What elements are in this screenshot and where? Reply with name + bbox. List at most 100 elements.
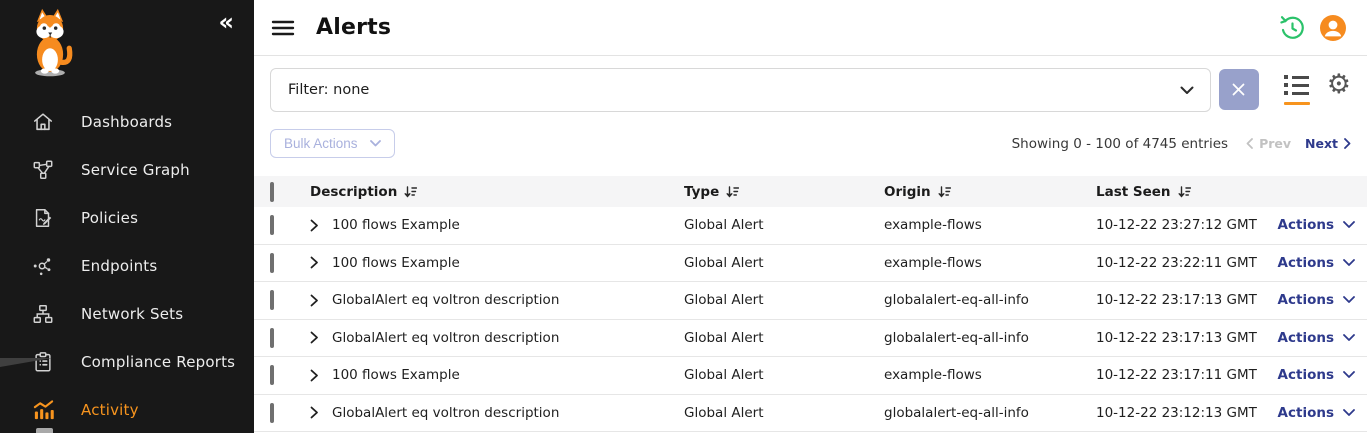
gear-icon[interactable]: ⚙ bbox=[1327, 71, 1351, 98]
alert-description: 100 flows Example bbox=[332, 217, 460, 233]
chevron-right-icon bbox=[1344, 138, 1351, 149]
column-header-last-seen[interactable]: Last Seen bbox=[1096, 184, 1171, 200]
alert-type: Global Alert bbox=[684, 255, 884, 271]
prev-page-button[interactable]: Prev bbox=[1246, 136, 1291, 151]
alerts-table: Description Type Origin Last Seen 100 fl… bbox=[254, 176, 1367, 432]
filter-dropdown[interactable]: Filter: none bbox=[270, 68, 1211, 112]
alert-origin: example-flows bbox=[884, 255, 1096, 271]
chevron-down-icon bbox=[1343, 371, 1355, 379]
next-page-button[interactable]: Next bbox=[1305, 136, 1351, 151]
select-all-checkbox[interactable] bbox=[270, 182, 274, 202]
chevron-down-icon bbox=[1343, 409, 1355, 417]
alert-type: Global Alert bbox=[684, 330, 884, 346]
alert-last-seen: 10-12-22 23:17:13 GMT bbox=[1096, 292, 1274, 308]
sidebar-collapse-icon[interactable]: « bbox=[218, 10, 234, 34]
sidebar-item-partial bbox=[36, 428, 53, 433]
sidebar-item-dashboards[interactable]: Dashboards bbox=[0, 98, 254, 146]
chevron-down-icon bbox=[370, 140, 381, 147]
sort-icon[interactable] bbox=[938, 186, 951, 198]
history-icon[interactable] bbox=[1278, 14, 1306, 42]
chevron-left-icon bbox=[1246, 138, 1253, 149]
user-avatar-icon[interactable] bbox=[1319, 14, 1347, 42]
hamburger-menu-icon[interactable] bbox=[270, 18, 296, 38]
alert-description: GlobalAlert eq voltron description bbox=[332, 405, 559, 421]
actions-label: Actions bbox=[1278, 330, 1334, 346]
alert-description: 100 flows Example bbox=[332, 367, 460, 383]
main-content: Alerts Filter: none bbox=[254, 0, 1367, 433]
alert-last-seen: 10-12-22 23:17:13 GMT bbox=[1096, 330, 1274, 346]
actions-label: Actions bbox=[1278, 292, 1334, 308]
sort-icon[interactable] bbox=[726, 186, 739, 198]
expand-row-icon[interactable] bbox=[310, 331, 319, 344]
page-header: Alerts bbox=[254, 0, 1367, 56]
alert-last-seen: 10-12-22 23:12:13 GMT bbox=[1096, 405, 1274, 421]
active-view-underline bbox=[1284, 102, 1310, 105]
table-row: GlobalAlert eq voltron description Globa… bbox=[254, 320, 1367, 358]
sidebar-item-label: Activity bbox=[81, 401, 139, 419]
row-actions-button[interactable]: Actions bbox=[1274, 330, 1359, 346]
alert-type: Global Alert bbox=[684, 292, 884, 308]
alert-type: Global Alert bbox=[684, 367, 884, 383]
sidebar-item-label: Policies bbox=[81, 209, 138, 227]
filter-dropdown-value: Filter: none bbox=[288, 82, 369, 98]
list-view-toggle[interactable] bbox=[1284, 75, 1310, 105]
sort-icon[interactable] bbox=[404, 186, 417, 198]
alert-last-seen: 10-12-22 23:27:12 GMT bbox=[1096, 217, 1274, 233]
actions-label: Actions bbox=[1278, 367, 1334, 383]
expand-row-icon[interactable] bbox=[310, 219, 319, 232]
network-sets-icon bbox=[31, 302, 55, 326]
bulk-actions-button[interactable]: Bulk Actions bbox=[270, 129, 395, 158]
cat-mascot-icon bbox=[22, 8, 78, 78]
clear-filter-button[interactable] bbox=[1219, 69, 1259, 110]
sidebar-item-activity[interactable]: Activity bbox=[0, 386, 254, 433]
table-header-row: Description Type Origin Last Seen bbox=[254, 176, 1367, 207]
alert-description: 100 flows Example bbox=[332, 255, 460, 271]
alert-origin: example-flows bbox=[884, 217, 1096, 233]
expand-row-icon[interactable] bbox=[310, 369, 319, 382]
row-checkbox[interactable] bbox=[270, 253, 274, 273]
sidebar-item-network-sets[interactable]: Network Sets bbox=[0, 290, 254, 338]
sidebar: « bbox=[0, 0, 254, 433]
expand-row-icon[interactable] bbox=[310, 256, 319, 269]
alert-origin: example-flows bbox=[884, 367, 1096, 383]
row-checkbox[interactable] bbox=[270, 403, 274, 423]
column-header-origin[interactable]: Origin bbox=[884, 184, 931, 200]
alert-origin: globalalert-eq-all-info bbox=[884, 330, 1096, 346]
column-header-type[interactable]: Type bbox=[684, 184, 719, 200]
clear-x-icon bbox=[1232, 83, 1245, 96]
filter-bar: Filter: none ⚙ bbox=[254, 56, 1367, 112]
column-header-description[interactable]: Description bbox=[310, 184, 397, 200]
row-actions-button[interactable]: Actions bbox=[1274, 255, 1359, 271]
row-actions-button[interactable]: Actions bbox=[1274, 405, 1359, 421]
sidebar-item-label: Service Graph bbox=[81, 161, 190, 179]
service-graph-icon bbox=[31, 158, 55, 182]
alert-last-seen: 10-12-22 23:22:11 GMT bbox=[1096, 255, 1274, 271]
row-checkbox[interactable] bbox=[270, 290, 274, 310]
table-row: GlobalAlert eq voltron description Globa… bbox=[254, 395, 1367, 433]
table-row: 100 flows Example Global Alert example-f… bbox=[254, 207, 1367, 245]
alert-description: GlobalAlert eq voltron description bbox=[332, 330, 559, 346]
expand-row-icon[interactable] bbox=[310, 406, 319, 419]
row-checkbox[interactable] bbox=[270, 328, 274, 348]
sort-icon[interactable] bbox=[1178, 186, 1191, 198]
row-checkbox[interactable] bbox=[270, 215, 274, 235]
actions-label: Actions bbox=[1278, 255, 1334, 271]
row-actions-button[interactable]: Actions bbox=[1274, 367, 1359, 383]
row-actions-button[interactable]: Actions bbox=[1274, 217, 1359, 233]
alert-type: Global Alert bbox=[684, 217, 884, 233]
sidebar-item-label: Network Sets bbox=[81, 305, 183, 323]
sidebar-item-endpoints[interactable]: Endpoints bbox=[0, 242, 254, 290]
activity-icon bbox=[31, 398, 55, 422]
table-toolbar: Bulk Actions Showing 0 - 100 of 4745 ent… bbox=[254, 112, 1367, 158]
page-title: Alerts bbox=[316, 15, 391, 40]
table-row: GlobalAlert eq voltron description Globa… bbox=[254, 282, 1367, 320]
sidebar-item-policies[interactable]: Policies bbox=[0, 194, 254, 242]
chevron-down-icon bbox=[1343, 259, 1355, 267]
row-actions-button[interactable]: Actions bbox=[1274, 292, 1359, 308]
sidebar-item-service-graph[interactable]: Service Graph bbox=[0, 146, 254, 194]
sidebar-item-label: Dashboards bbox=[81, 113, 172, 131]
prev-label: Prev bbox=[1259, 136, 1291, 151]
chevron-down-icon bbox=[1343, 221, 1355, 229]
expand-row-icon[interactable] bbox=[310, 294, 319, 307]
row-checkbox[interactable] bbox=[270, 365, 274, 385]
